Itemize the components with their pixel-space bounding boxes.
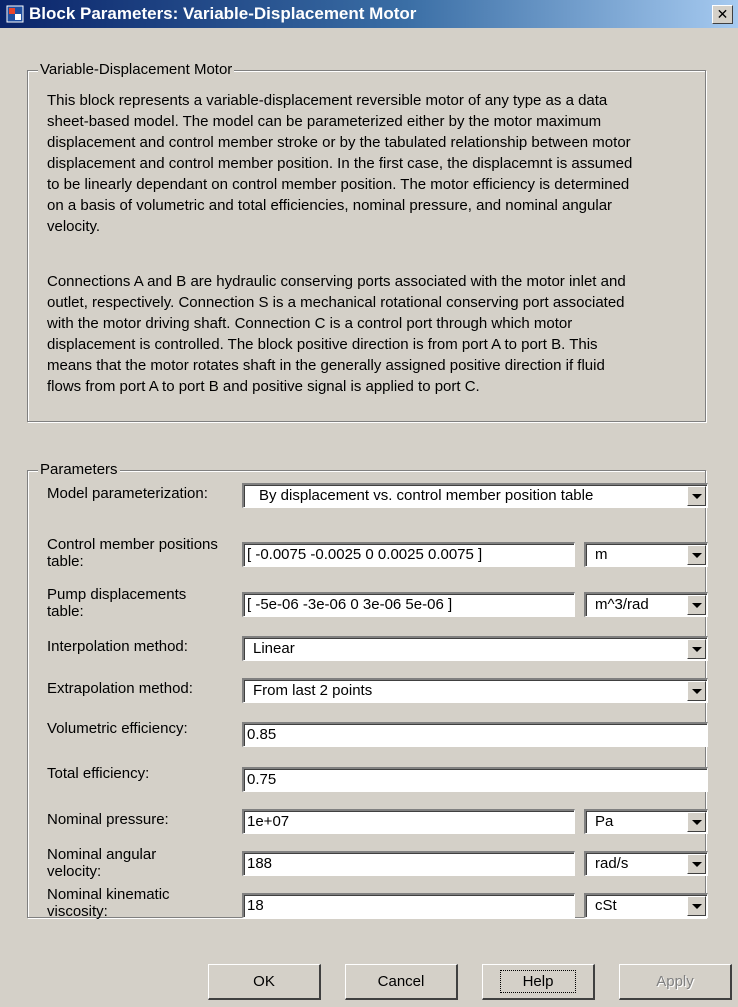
ok-button-label: OK xyxy=(253,973,275,990)
title-bar: Block Parameters: Variable-Displacement … xyxy=(0,0,738,28)
chevron-down-icon[interactable] xyxy=(687,812,706,832)
nominal-velocity-unit: rad/s xyxy=(595,855,629,872)
volumetric-efficiency-value: 0.85 xyxy=(247,726,277,743)
chevron-down-icon[interactable] xyxy=(687,545,706,565)
pump-displacements-unit: m^3/rad xyxy=(595,596,649,613)
help-button-label: Help xyxy=(499,970,577,993)
nominal-velocity-label: Nominal angular velocity: xyxy=(47,846,157,880)
control-positions-input[interactable]: [ -0.0075 -0.0025 0 0.0025 0.0075 ] xyxy=(242,542,575,567)
chevron-down-icon[interactable] xyxy=(687,681,706,701)
apply-button-label: Apply xyxy=(656,973,694,990)
control-positions-value: [ -0.0075 -0.0025 0 0.0025 0.0075 ] xyxy=(247,546,483,563)
nominal-pressure-unit: Pa xyxy=(595,813,614,830)
control-positions-unit-select[interactable]: m xyxy=(584,542,708,567)
simulink-block-icon xyxy=(6,5,24,23)
extrapolation-method-select[interactable]: From last 2 points xyxy=(242,678,708,703)
chevron-down-icon[interactable] xyxy=(687,896,706,916)
nominal-viscosity-value: 18 xyxy=(247,897,264,914)
interpolation-method-value: Linear xyxy=(253,640,295,657)
total-efficiency-label: Total efficiency: xyxy=(47,765,150,782)
model-parameterization-select[interactable]: By displacement vs. control member posit… xyxy=(242,483,708,508)
cancel-button-label: Cancel xyxy=(377,973,425,990)
help-button[interactable]: Help xyxy=(482,964,595,1000)
model-parameterization-label: Model parameterization: xyxy=(47,485,208,502)
nominal-pressure-value: 1e+07 xyxy=(247,813,290,830)
interpolation-method-label: Interpolation method: xyxy=(47,638,188,655)
description-group-title: Variable-Displacement Motor xyxy=(38,61,235,78)
chevron-down-icon[interactable] xyxy=(687,854,706,874)
nominal-pressure-input[interactable]: 1e+07 xyxy=(242,809,575,834)
nominal-viscosity-unit-select[interactable]: cSt xyxy=(584,893,708,918)
nominal-viscosity-label: Nominal kinematic viscosity: xyxy=(47,886,170,920)
chevron-down-icon[interactable] xyxy=(687,486,706,506)
nominal-velocity-input[interactable]: 188 xyxy=(242,851,575,876)
volumetric-efficiency-label: Volumetric efficiency: xyxy=(47,720,188,737)
volumetric-efficiency-input[interactable]: 0.85 xyxy=(242,722,708,747)
description-paragraph-2: Connections A and B are hydraulic conser… xyxy=(47,273,626,395)
interpolation-method-select[interactable]: Linear xyxy=(242,636,708,661)
total-efficiency-value: 0.75 xyxy=(247,771,277,788)
control-positions-unit: m xyxy=(595,546,608,563)
close-icon: ✕ xyxy=(716,6,729,22)
nominal-pressure-label: Nominal pressure: xyxy=(47,811,169,828)
pump-displacements-input[interactable]: [ -5e-06 -3e-06 0 3e-06 5e-06 ] xyxy=(242,592,575,617)
pump-displacements-label: Pump displacements table: xyxy=(47,586,187,620)
description-paragraph-1: This block represents a variable-displac… xyxy=(47,92,633,235)
model-parameterization-value: By displacement vs. control member posit… xyxy=(259,487,594,504)
pump-displacements-unit-select[interactable]: m^3/rad xyxy=(584,592,708,617)
window-title: Block Parameters: Variable-Displacement … xyxy=(29,4,417,23)
nominal-viscosity-unit: cSt xyxy=(595,897,617,914)
cancel-button[interactable]: Cancel xyxy=(345,964,458,1000)
control-positions-label: Control member positions table: xyxy=(47,536,218,570)
ok-button[interactable]: OK xyxy=(208,964,321,1000)
chevron-down-icon[interactable] xyxy=(687,639,706,659)
extrapolation-method-label: Extrapolation method: xyxy=(47,680,193,697)
chevron-down-icon[interactable] xyxy=(687,595,706,615)
nominal-viscosity-input[interactable]: 18 xyxy=(242,893,575,918)
extrapolation-method-value: From last 2 points xyxy=(253,682,373,699)
nominal-pressure-unit-select[interactable]: Pa xyxy=(584,809,708,834)
close-button[interactable]: ✕ xyxy=(712,5,733,24)
nominal-velocity-unit-select[interactable]: rad/s xyxy=(584,851,708,876)
apply-button[interactable]: Apply xyxy=(619,964,732,1000)
nominal-velocity-value: 188 xyxy=(247,855,273,872)
total-efficiency-input[interactable]: 0.75 xyxy=(242,767,708,792)
parameters-group-title: Parameters xyxy=(38,461,120,478)
pump-displacements-value: [ -5e-06 -3e-06 0 3e-06 5e-06 ] xyxy=(247,596,453,613)
